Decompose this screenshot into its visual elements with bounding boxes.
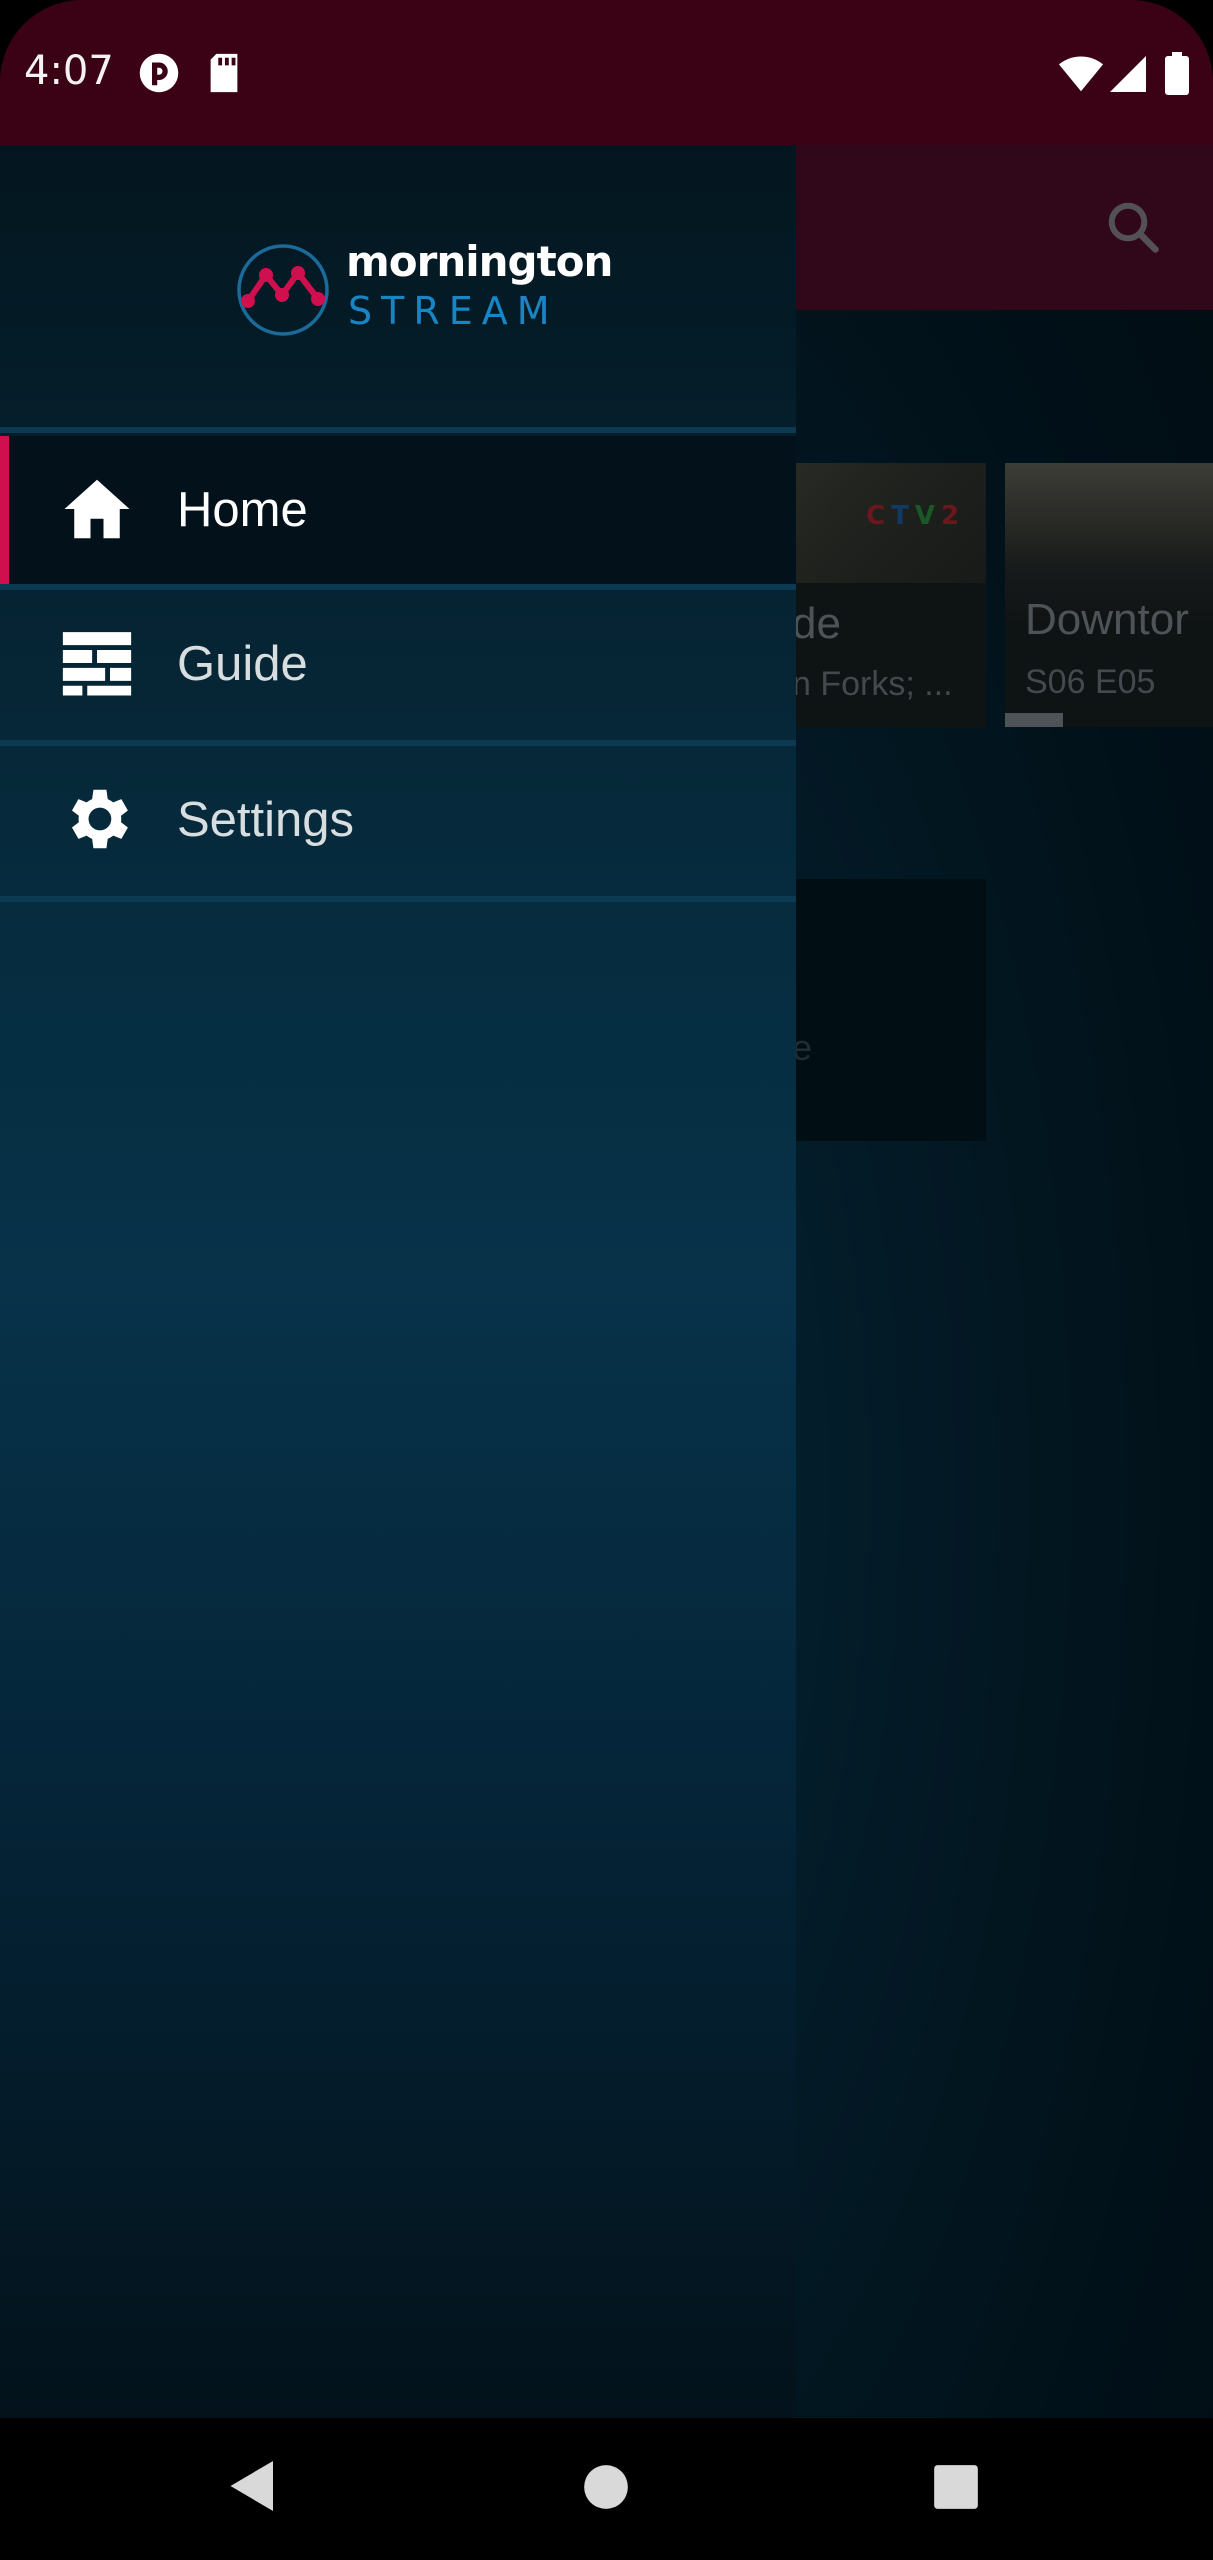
drawer-item-settings[interactable]: Settings [0,746,796,894]
drawer-divider [0,427,796,433]
logo-mark-icon [237,244,329,336]
settings-icon [71,789,128,849]
logo-text-stream: STREAM [348,289,559,333]
drawer-item-label: Guide [177,637,308,691]
status-bar: 4:07 [0,0,1213,145]
wifi-icon [1058,56,1104,92]
notification-app-icon [139,53,179,93]
battery-icon [1165,52,1189,95]
navigation-drawer: mornington STREAM Home Guide Settings [0,145,796,2418]
active-indicator [0,436,9,584]
home-icon [64,479,130,539]
mornington-stream-logo: mornington STREAM [234,233,613,343]
status-time: 4:07 [24,48,114,94]
drawer-item-label: Settings [177,793,355,847]
drawer-divider [0,896,796,902]
logo-text-mornington: mornington [346,237,613,286]
recents-button[interactable] [933,2464,979,2510]
home-button[interactable] [583,2464,629,2510]
back-button[interactable] [228,2458,278,2514]
system-navigation-bar [0,2418,1213,2560]
drawer-item-guide[interactable]: Guide [0,590,796,738]
phone-screen: CTV2 de n Forks; ... Downtor S06 E05 e m… [0,0,1213,2560]
drawer-item-label: Home [177,483,308,537]
drawer-item-home[interactable]: Home [0,436,796,584]
drawer-header: mornington STREAM [0,145,796,427]
cellular-signal-icon [1110,56,1146,92]
sd-card-icon [210,53,238,93]
guide-icon [62,632,132,696]
